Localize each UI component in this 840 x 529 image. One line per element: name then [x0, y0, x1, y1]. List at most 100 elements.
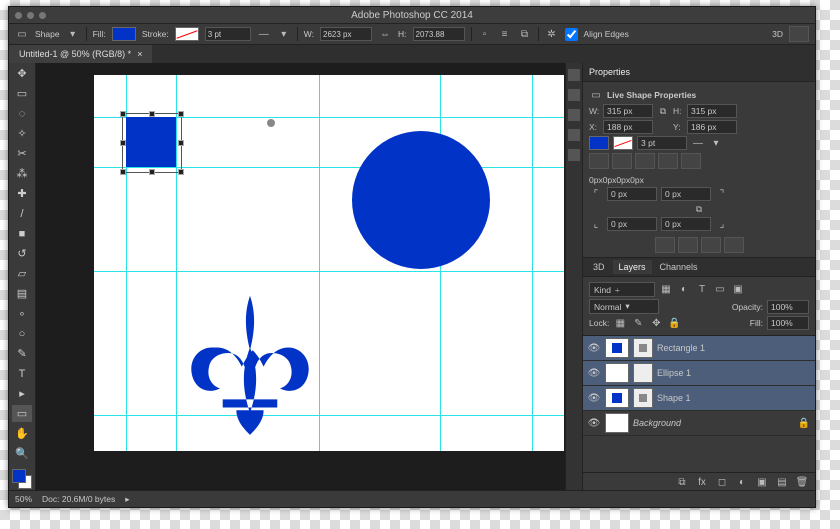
gradient-tool[interactable]: ▤: [12, 285, 32, 302]
filter-adjust-icon[interactable]: ◐: [677, 283, 691, 297]
gear-icon[interactable]: ✲: [545, 27, 559, 41]
height-field[interactable]: 2073.88: [413, 27, 465, 41]
blend-mode-select[interactable]: Normal▾: [589, 299, 659, 314]
lasso-tool[interactable]: ◌: [12, 105, 32, 122]
fill-swatch[interactable]: [589, 136, 609, 150]
collapsed-panel-icon[interactable]: [568, 109, 580, 121]
fill-swatch[interactable]: [112, 27, 136, 41]
stroke-swatch[interactable]: [613, 136, 633, 150]
new-layer-icon[interactable]: ▤: [775, 475, 789, 489]
layer-thumbnail[interactable]: [605, 413, 629, 433]
layer-row[interactable]: 👁 Background 🔒: [583, 411, 815, 436]
clone-tool[interactable]: ■: [12, 225, 32, 242]
path-ops-icon[interactable]: ▫: [478, 27, 492, 41]
type-tool[interactable]: T: [12, 365, 32, 382]
collapsed-panel-icon[interactable]: [568, 129, 580, 141]
y-field[interactable]: 186 px: [687, 120, 737, 134]
layer-row[interactable]: 👁 Ellipse 1: [583, 361, 815, 386]
history-brush-tool[interactable]: ↺: [12, 245, 32, 262]
fx-icon[interactable]: fx: [695, 475, 709, 489]
tab-3d[interactable]: 3D: [587, 260, 611, 274]
filter-type-icon[interactable]: T: [695, 283, 709, 297]
visibility-toggle[interactable]: 👁: [587, 343, 601, 354]
shape-preset-icon[interactable]: ▭: [15, 27, 29, 41]
layer-row[interactable]: 👁 Shape 1: [583, 386, 815, 411]
x-field[interactable]: 188 px: [603, 120, 653, 134]
filter-kind[interactable]: Kind÷: [589, 282, 655, 297]
rectangle-tool[interactable]: ▭: [12, 405, 32, 422]
w-field[interactable]: 315 px: [603, 104, 653, 118]
close-window[interactable]: [15, 12, 22, 19]
layer-row[interactable]: 👁 Rectangle 1: [583, 336, 815, 361]
stroke-swatch[interactable]: [175, 27, 199, 41]
pathop-subtract[interactable]: [678, 237, 698, 253]
crop-tool[interactable]: ✂: [12, 145, 32, 162]
document-tab[interactable]: Untitled-1 @ 50% (RGB/8) * ×: [9, 45, 152, 63]
magic-wand-tool[interactable]: ✧: [12, 125, 32, 142]
transform-handles[interactable]: [122, 113, 182, 173]
properties-tab[interactable]: Properties: [589, 67, 630, 77]
filter-pixel-icon[interactable]: ▦: [659, 283, 673, 297]
layer-thumbnail[interactable]: [605, 338, 629, 358]
filter-shape-icon[interactable]: ▭: [713, 283, 727, 297]
shape-fleur-de-lis[interactable]: [180, 293, 320, 443]
workspace-menu[interactable]: [789, 26, 809, 42]
doc-info[interactable]: Doc: 20.6M/0 bytes: [42, 494, 115, 504]
path-align-icon[interactable]: ≡: [498, 27, 512, 41]
hand-tool[interactable]: ✋: [12, 425, 32, 442]
pen-tool[interactable]: ✎: [12, 345, 32, 362]
workspace-tab[interactable]: 3D: [772, 29, 783, 39]
vector-mask-thumbnail[interactable]: [633, 388, 653, 408]
visibility-toggle[interactable]: 👁: [587, 368, 601, 379]
zoom-tool[interactable]: 🔍: [12, 445, 32, 462]
collapsed-panel-icon[interactable]: [568, 89, 580, 101]
brush-tool[interactable]: /: [12, 205, 32, 222]
opacity-field[interactable]: 100%: [767, 300, 809, 314]
eraser-tool[interactable]: ▱: [12, 265, 32, 282]
stroke-align-outside[interactable]: [635, 153, 655, 169]
link-layers-icon[interactable]: ⧉: [675, 475, 689, 489]
layer-thumbnail[interactable]: [605, 388, 629, 408]
stroke-join[interactable]: [681, 153, 701, 169]
trash-icon[interactable]: 🗑: [795, 475, 809, 489]
visibility-toggle[interactable]: 👁: [587, 393, 601, 404]
dropdown-icon[interactable]: ▾: [709, 136, 723, 150]
layer-name[interactable]: Shape 1: [657, 393, 691, 403]
foreground-background-swatch[interactable]: [12, 469, 32, 489]
vector-mask-thumbnail[interactable]: [633, 338, 653, 358]
stroke-align-center[interactable]: [612, 153, 632, 169]
layer-name[interactable]: Rectangle 1: [657, 343, 705, 353]
dropdown-icon[interactable]: ▾: [277, 27, 291, 41]
fill-opacity-field[interactable]: 100%: [767, 316, 809, 330]
close-tab-icon[interactable]: ×: [137, 49, 142, 59]
zoom-window[interactable]: [39, 12, 46, 19]
corner-br-field[interactable]: 0 px: [661, 217, 711, 231]
link-corners-icon[interactable]: ⧉: [693, 203, 705, 215]
stroke-pt-field[interactable]: 3 pt: [637, 136, 687, 150]
stroke-type-icon[interactable]: —: [257, 27, 271, 41]
shape-ellipse-1[interactable]: [352, 131, 490, 269]
foreground-color[interactable]: [12, 469, 26, 483]
dropdown-icon[interactable]: ▾: [66, 27, 80, 41]
adjustment-icon[interactable]: ◐: [735, 475, 749, 489]
tab-layers[interactable]: Layers: [613, 260, 652, 274]
guide-vertical[interactable]: [532, 75, 533, 451]
layer-name[interactable]: Ellipse 1: [657, 368, 691, 378]
guide-horizontal[interactable]: [94, 415, 564, 416]
stroke-cap[interactable]: [658, 153, 678, 169]
tab-channels[interactable]: Channels: [654, 260, 704, 274]
zoom-level[interactable]: 50%: [15, 494, 32, 504]
lock-position-icon[interactable]: ✥: [649, 316, 663, 330]
corner-tl-field[interactable]: 0 px: [607, 187, 657, 201]
move-tool[interactable]: ✥: [12, 65, 32, 82]
pathop-intersect[interactable]: [701, 237, 721, 253]
link-wh-icon[interactable]: ⇔: [378, 27, 392, 41]
link-wh-icon[interactable]: ⧉: [657, 105, 669, 117]
guide-horizontal[interactable]: [94, 271, 564, 272]
canvas-area[interactable]: [36, 63, 565, 491]
h-field[interactable]: 315 px: [687, 104, 737, 118]
vector-mask-thumbnail[interactable]: [633, 363, 653, 383]
pathop-exclude[interactable]: [724, 237, 744, 253]
width-field[interactable]: 2623 px: [320, 27, 372, 41]
collapsed-panel-icon[interactable]: [568, 69, 580, 81]
